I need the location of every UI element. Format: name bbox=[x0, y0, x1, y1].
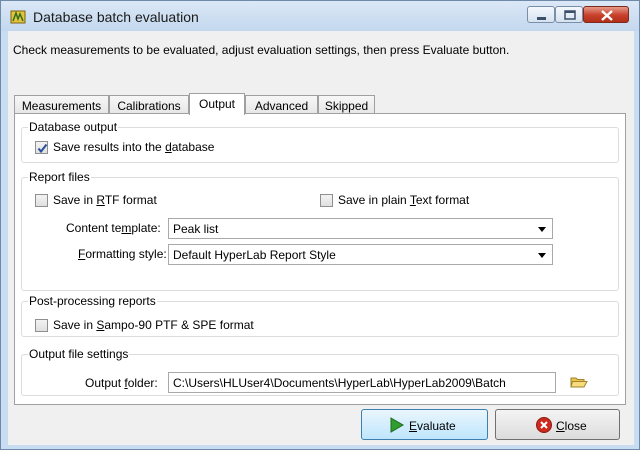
content-template-select[interactable]: Peak list bbox=[168, 218, 553, 239]
save-rtf-label[interactable]: Save in RTF format bbox=[53, 193, 157, 207]
tab-skipped[interactable]: Skipped bbox=[318, 95, 375, 114]
content-template-label: Content template: bbox=[66, 221, 161, 235]
output-folder-label: Output folder: bbox=[85, 376, 158, 390]
save-sampo-checkbox[interactable] bbox=[35, 319, 48, 332]
dropdown-arrow-icon bbox=[538, 253, 546, 258]
database-output-group: Database output Save results into the da… bbox=[21, 120, 619, 163]
save-text-checkbox[interactable] bbox=[320, 194, 333, 207]
tab-output[interactable]: Output bbox=[189, 93, 245, 115]
tab-measurements[interactable]: Measurements bbox=[14, 95, 109, 114]
dialog-client-area: Check measurements to be evaluated, adju… bbox=[8, 31, 634, 445]
close-label: Close bbox=[556, 419, 587, 433]
app-icon bbox=[10, 9, 26, 25]
output-tab-panel: Database output Save results into the da… bbox=[14, 113, 626, 405]
formatting-style-label: Formatting style: bbox=[78, 247, 167, 261]
close-button[interactable]: Close bbox=[495, 409, 620, 440]
dialog-window: Database batch evaluation Check measurem… bbox=[0, 0, 640, 450]
save-sampo-label[interactable]: Save in Sampo-90 PTF & SPE format bbox=[53, 318, 254, 332]
maximize-button[interactable] bbox=[555, 6, 583, 23]
window-title: Database batch evaluation bbox=[33, 9, 199, 25]
formatting-style-select[interactable]: Default HyperLab Report Style bbox=[168, 244, 553, 265]
maximize-icon bbox=[564, 10, 576, 20]
tab-calibrations[interactable]: Calibrations bbox=[109, 95, 189, 114]
play-icon bbox=[390, 417, 404, 433]
close-x-icon bbox=[601, 10, 613, 21]
minimize-button[interactable] bbox=[527, 6, 555, 23]
post-processing-group: Post-processing reports Save in Sampo-90… bbox=[21, 294, 619, 337]
minimize-icon bbox=[537, 17, 546, 20]
dropdown-arrow-icon bbox=[538, 227, 546, 232]
output-file-settings-group: Output file settings Output folder: C:\U… bbox=[21, 347, 619, 396]
window-close-button[interactable] bbox=[583, 6, 629, 23]
report-files-group: Report files Save in RTF format Save in … bbox=[21, 170, 619, 291]
output-folder-input[interactable]: C:\Users\HLUser4\Documents\HyperLab\Hype… bbox=[168, 372, 556, 393]
instructions-text: Check measurements to be evaluated, adju… bbox=[13, 43, 510, 57]
save-rtf-checkbox[interactable] bbox=[35, 194, 48, 207]
group-label: Database output bbox=[28, 120, 119, 134]
group-label: Report files bbox=[28, 170, 91, 184]
checkmark-icon bbox=[37, 143, 48, 154]
title-bar[interactable]: Database batch evaluation bbox=[1, 1, 639, 31]
tab-advanced[interactable]: Advanced bbox=[245, 95, 318, 114]
browse-folder-icon[interactable] bbox=[570, 374, 588, 390]
evaluate-button[interactable]: Evaluate bbox=[361, 409, 488, 440]
save-text-label[interactable]: Save in plain Text format bbox=[338, 193, 469, 207]
save-results-label[interactable]: Save results into the database bbox=[53, 140, 214, 154]
group-label: Post-processing reports bbox=[28, 294, 157, 308]
evaluate-label: Evaluate bbox=[409, 419, 456, 433]
save-results-checkbox[interactable] bbox=[35, 141, 48, 154]
close-circle-icon bbox=[536, 417, 552, 433]
group-label: Output file settings bbox=[28, 347, 130, 361]
